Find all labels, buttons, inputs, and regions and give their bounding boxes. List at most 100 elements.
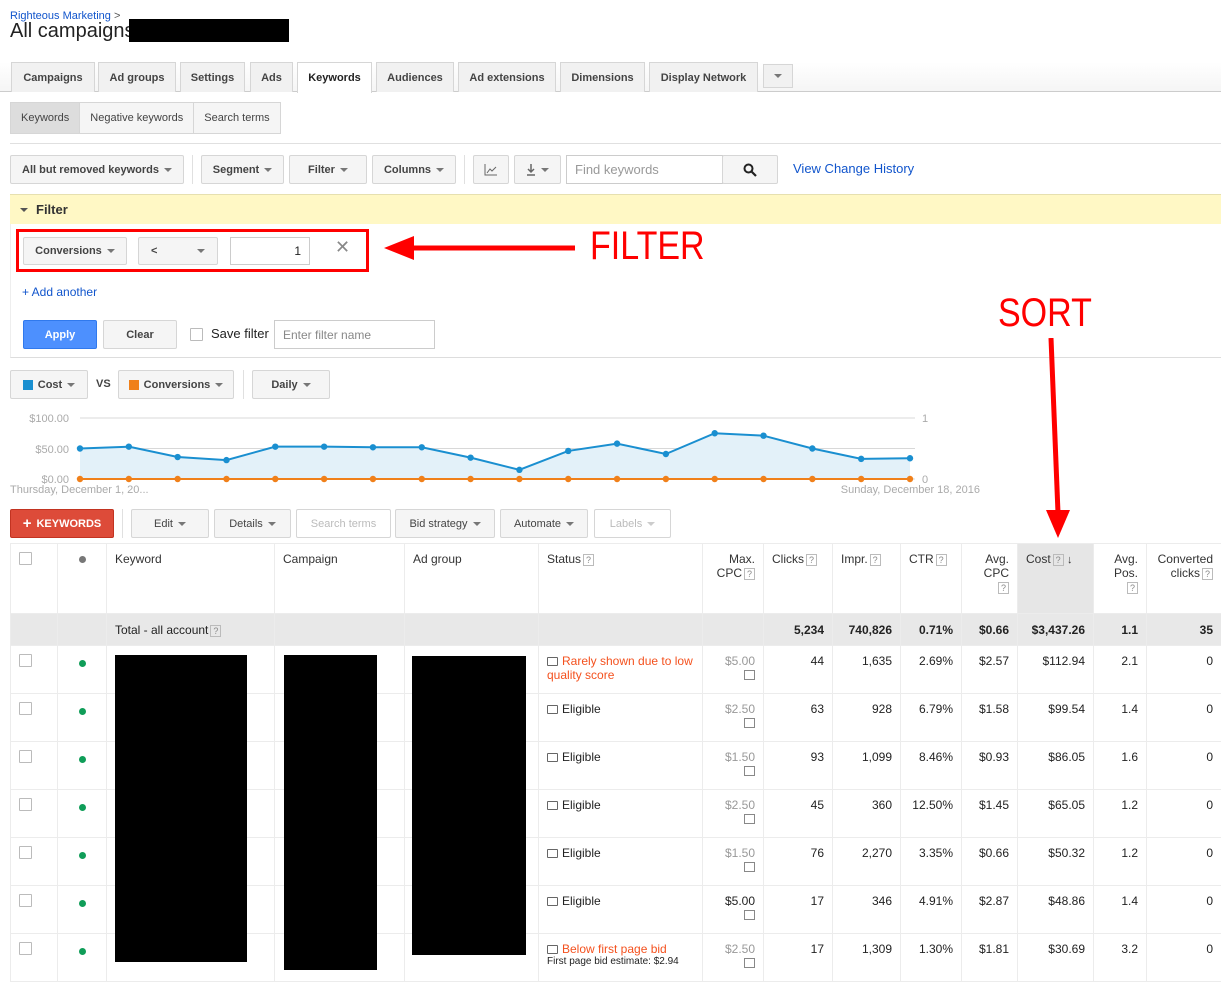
conversions-data-point[interactable] xyxy=(174,476,180,482)
max-cpc-cell[interactable]: $2.50 xyxy=(703,934,764,982)
cost-data-point[interactable] xyxy=(858,456,864,462)
help-icon[interactable]: ? xyxy=(936,554,947,566)
cost-data-point[interactable] xyxy=(614,440,620,446)
speech-bubble-icon[interactable] xyxy=(547,705,558,714)
tab-ads[interactable]: Ads xyxy=(250,62,293,92)
add-another-filter-link[interactable]: + Add another xyxy=(22,285,97,299)
cost-data-point[interactable] xyxy=(126,443,132,449)
row-checkbox[interactable] xyxy=(19,942,32,955)
bid-simulator-icon[interactable] xyxy=(744,814,755,824)
column-header-campaign[interactable]: Campaign xyxy=(275,544,405,614)
conversions-data-point[interactable] xyxy=(614,476,620,482)
cost-data-point[interactable] xyxy=(907,455,913,461)
bid-simulator-icon[interactable] xyxy=(744,862,755,872)
bid-strategy-dropdown[interactable]: Bid strategy xyxy=(395,509,495,538)
cost-data-point[interactable] xyxy=(174,454,180,460)
cost-data-point[interactable] xyxy=(272,443,278,449)
column-header-avg-pos[interactable]: Avg. Pos.? xyxy=(1094,544,1147,614)
filter-dropdown[interactable]: Filter xyxy=(289,155,367,184)
conversions-data-point[interactable] xyxy=(370,476,376,482)
chart-metric2-dropdown[interactable]: Conversions xyxy=(118,370,234,399)
row-checkbox[interactable] xyxy=(19,654,32,667)
conversions-data-point[interactable] xyxy=(809,476,815,482)
conversions-data-point[interactable] xyxy=(565,476,571,482)
segment-dropdown[interactable]: Segment xyxy=(201,155,284,184)
columns-dropdown[interactable]: Columns xyxy=(372,155,456,184)
conversions-data-point[interactable] xyxy=(760,476,766,482)
row-checkbox[interactable] xyxy=(19,702,32,715)
filter-operator-dropdown[interactable]: < xyxy=(138,237,218,265)
conversions-data-point[interactable] xyxy=(419,476,425,482)
help-icon[interactable]: ? xyxy=(806,554,817,566)
apply-filter-button[interactable]: Apply xyxy=(23,320,97,349)
enabled-status-icon[interactable] xyxy=(79,660,86,667)
column-header-max-cpc[interactable]: Max. CPC? xyxy=(703,544,764,614)
help-icon[interactable]: ? xyxy=(583,554,594,566)
row-checkbox[interactable] xyxy=(19,750,32,763)
find-keywords-input[interactable]: Find keywords xyxy=(566,155,723,184)
row-checkbox[interactable] xyxy=(19,798,32,811)
conversions-data-point[interactable] xyxy=(858,476,864,482)
column-header-avg-cpc[interactable]: Avg. CPC? xyxy=(962,544,1018,614)
conversions-data-point[interactable] xyxy=(126,476,132,482)
column-header-ctr[interactable]: CTR? xyxy=(901,544,962,614)
max-cpc-cell[interactable]: $5.00 xyxy=(703,646,764,694)
column-header-status[interactable]: Status? xyxy=(539,544,703,614)
help-icon[interactable]: ? xyxy=(870,554,881,566)
row-checkbox[interactable] xyxy=(19,894,32,907)
edit-dropdown[interactable]: Edit xyxy=(131,509,209,538)
speech-bubble-icon[interactable] xyxy=(547,801,558,810)
more-tabs-button[interactable] xyxy=(763,64,793,88)
cost-data-point[interactable] xyxy=(77,445,83,451)
cost-data-point[interactable] xyxy=(760,432,766,438)
column-header-keyword[interactable]: Keyword xyxy=(107,544,275,614)
enabled-status-icon[interactable] xyxy=(79,708,86,715)
remove-filter-icon[interactable]: ✕ xyxy=(335,237,350,258)
column-header-clicks[interactable]: Clicks? xyxy=(764,544,833,614)
speech-bubble-icon[interactable] xyxy=(547,753,558,762)
labels-dropdown[interactable]: Labels xyxy=(594,509,671,538)
cost-data-point[interactable] xyxy=(516,467,522,473)
download-button[interactable] xyxy=(514,155,561,184)
search-terms-button[interactable]: Search terms xyxy=(296,509,391,538)
tab-campaigns[interactable]: Campaigns xyxy=(11,62,95,92)
max-cpc-cell[interactable]: $1.50 xyxy=(703,838,764,886)
bid-simulator-icon[interactable] xyxy=(744,718,755,728)
chart-metric1-dropdown[interactable]: Cost xyxy=(10,370,88,399)
bid-simulator-icon[interactable] xyxy=(744,910,755,920)
select-all-checkbox[interactable] xyxy=(19,552,32,565)
column-header-converted-clicks[interactable]: Converted clicks? xyxy=(1147,544,1221,614)
enabled-status-icon[interactable] xyxy=(79,852,86,859)
tab-ad-extensions[interactable]: Ad extensions xyxy=(458,62,556,92)
help-icon[interactable]: ? xyxy=(210,625,221,637)
row-checkbox[interactable] xyxy=(19,846,32,859)
column-header-ad-group[interactable]: Ad group xyxy=(405,544,539,614)
conversions-data-point[interactable] xyxy=(516,476,522,482)
clear-filter-button[interactable]: Clear xyxy=(103,320,177,349)
filter-panel-header[interactable]: Filter xyxy=(10,194,1221,224)
max-cpc-cell[interactable]: $2.50 xyxy=(703,694,764,742)
cost-data-point[interactable] xyxy=(712,430,718,436)
conversions-data-point[interactable] xyxy=(77,476,83,482)
add-keywords-button[interactable]: + KEYWORDS xyxy=(10,509,114,538)
help-icon[interactable]: ? xyxy=(1053,554,1064,566)
toggle-graph-button[interactable] xyxy=(473,155,509,184)
conversions-data-point[interactable] xyxy=(663,476,669,482)
subtab-keywords[interactable]: Keywords xyxy=(11,103,80,133)
speech-bubble-icon[interactable] xyxy=(547,657,558,666)
max-cpc-cell[interactable]: $2.50 xyxy=(703,790,764,838)
filter-value-input[interactable]: 1 xyxy=(230,237,310,265)
cost-data-point[interactable] xyxy=(809,445,815,451)
cost-data-point[interactable] xyxy=(565,448,571,454)
cost-data-point[interactable] xyxy=(419,444,425,450)
help-icon[interactable]: ? xyxy=(998,582,1009,594)
cost-data-point[interactable] xyxy=(321,443,327,449)
bid-simulator-icon[interactable] xyxy=(744,958,755,968)
help-icon[interactable]: ? xyxy=(1127,582,1138,594)
cost-data-point[interactable] xyxy=(223,457,229,463)
enabled-status-icon[interactable] xyxy=(79,804,86,811)
automate-dropdown[interactable]: Automate xyxy=(500,509,588,538)
speech-bubble-icon[interactable] xyxy=(547,849,558,858)
tab-audiences[interactable]: Audiences xyxy=(376,62,454,92)
speech-bubble-icon[interactable] xyxy=(547,897,558,906)
